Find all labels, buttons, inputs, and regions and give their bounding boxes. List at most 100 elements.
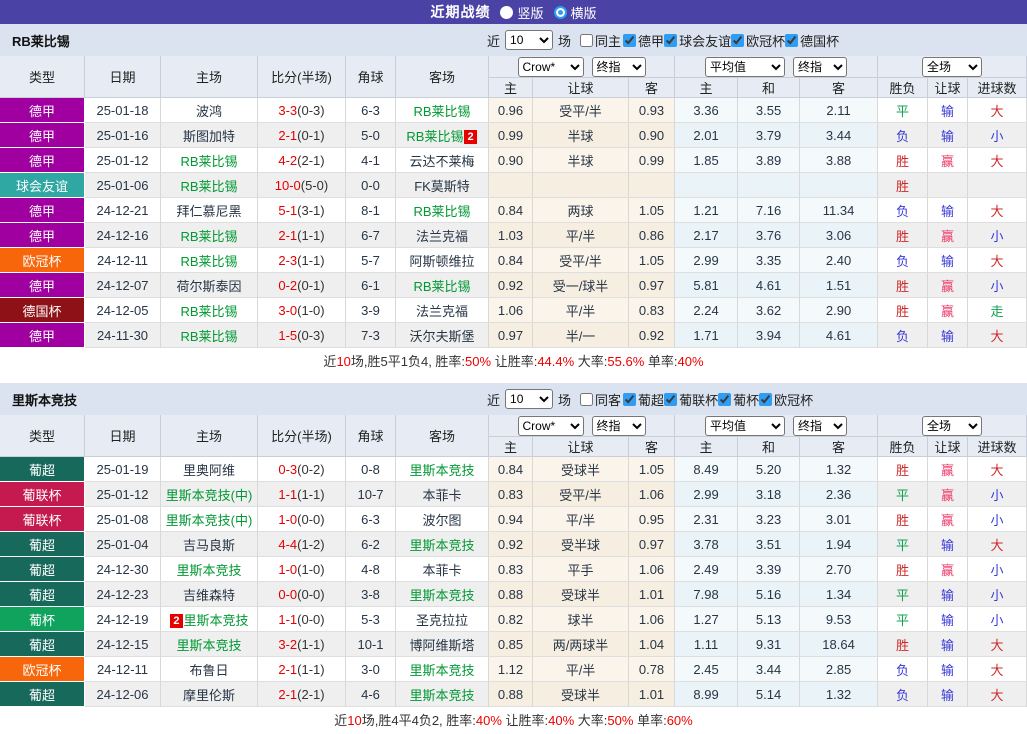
home-team: 布鲁日 xyxy=(161,657,258,682)
match-row: 德甲 24-11-30 RB莱比锡 1-5(0-3) 7-3 沃尔夫斯堡 0.97 半/一 0.… xyxy=(0,323,1027,348)
near-label: 近 xyxy=(487,33,501,49)
layout-radio-horizontal[interactable]: 横版 xyxy=(553,3,597,22)
score-fulltime: 0-2 xyxy=(278,277,298,293)
home-team: 斯图加特 xyxy=(161,123,258,148)
home-team: 里斯本竞技(中) xyxy=(161,507,258,532)
league-filter[interactable]: 德国杯 xyxy=(785,31,839,50)
same-venue-filter[interactable]: 同主 xyxy=(580,31,621,50)
score: 3-2(1-1) xyxy=(258,632,346,657)
score: 2-1(1-1) xyxy=(258,657,346,682)
league-filter[interactable]: 欧冠杯 xyxy=(759,390,813,409)
scope-select[interactable]: 全场 xyxy=(922,56,983,77)
avg-draw xyxy=(738,173,801,198)
odds-away: 1.06 xyxy=(629,482,676,507)
league-filter[interactable]: 球会友谊 xyxy=(664,31,731,50)
league-filter-checkbox[interactable] xyxy=(731,33,745,47)
score-fulltime: 1-0 xyxy=(278,511,298,527)
match-date: 24-12-06 xyxy=(85,682,161,707)
avg-time-select[interactable]: 终指 xyxy=(793,56,848,77)
odds-source-select[interactable]: Crow* xyxy=(517,56,584,77)
page-header: 近期战绩 竖版 横版 xyxy=(0,0,1027,24)
result-handicap: 输 xyxy=(928,98,969,123)
summary-segment: 让胜率: xyxy=(491,354,538,369)
team-name: 里斯本竞技 xyxy=(12,392,78,408)
away-team: 博阿维斯塔 xyxy=(396,632,489,657)
avg-time-select[interactable]: 终指 xyxy=(793,415,848,436)
league-filter-checkbox[interactable] xyxy=(664,33,678,47)
match-date: 25-01-19 xyxy=(85,457,161,482)
layout-radio-vertical[interactable]: 竖版 xyxy=(500,3,544,22)
avg-home: 1.85 xyxy=(675,148,739,173)
odds-handicap: 半球 xyxy=(533,123,629,148)
score: 2-1(1-1) xyxy=(258,223,346,248)
league-filter[interactable]: 葡杯 xyxy=(718,390,759,409)
match-date: 25-01-12 xyxy=(85,148,161,173)
match-date: 24-12-11 xyxy=(85,657,161,682)
league-filter[interactable]: 葡联杯 xyxy=(664,390,718,409)
score-fulltime: 1-0 xyxy=(278,561,298,577)
odds-away: 0.78 xyxy=(629,657,676,682)
col-header-type: 类型 xyxy=(0,56,85,98)
avg-draw: 3.89 xyxy=(738,148,801,173)
league-filter-checkbox[interactable] xyxy=(785,33,799,47)
avg-away: 9.53 xyxy=(800,607,879,632)
home-team: RB莱比锡 xyxy=(161,173,258,198)
league-filter[interactable]: 葡超 xyxy=(623,390,664,409)
radio-icon[interactable] xyxy=(553,5,567,19)
odds-home: 0.84 xyxy=(489,198,533,223)
match-type: 德甲 xyxy=(0,273,85,298)
col-header-avg-draw: 和 xyxy=(738,437,801,457)
radio-icon[interactable] xyxy=(500,5,514,19)
games-label: 场 xyxy=(558,33,572,49)
league-filter-checkbox[interactable] xyxy=(664,392,678,406)
odds-source-select[interactable]: Crow* xyxy=(517,415,584,436)
avg-source-select[interactable]: 平均值 xyxy=(705,415,786,436)
league-filter-checkbox[interactable] xyxy=(623,392,637,406)
score-halftime: (1-1) xyxy=(297,227,325,243)
league-filter-checkbox[interactable] xyxy=(759,392,773,406)
odds-home: 0.82 xyxy=(489,607,533,632)
odds-handicap: 受平/半 xyxy=(533,98,629,123)
league-filter[interactable]: 欧冠杯 xyxy=(731,31,785,50)
result-outcome: 胜 xyxy=(878,507,929,532)
summary-segment: 55.6% xyxy=(607,354,645,369)
same-venue-checkbox[interactable] xyxy=(580,33,594,47)
col-header-date: 日期 xyxy=(85,56,161,98)
avg-home: 2.31 xyxy=(675,507,739,532)
same-venue-checkbox[interactable] xyxy=(580,392,594,406)
result-outcome: 负 xyxy=(878,323,929,348)
scope-select[interactable]: 全场 xyxy=(922,415,983,436)
odds-time-select[interactable]: 终指 xyxy=(591,56,646,77)
result-handicap: 输 xyxy=(928,582,969,607)
score: 0-2(0-1) xyxy=(258,273,346,298)
same-venue-filter[interactable]: 同客 xyxy=(580,390,621,409)
home-team: 吉马良斯 xyxy=(161,532,258,557)
red-card-badge: 2 xyxy=(464,129,477,144)
summary-segment: 场,胜4平4负2, 胜率: xyxy=(361,713,476,728)
result-handicap: 输 xyxy=(928,682,969,707)
table-header-row-1: 类型 日期 主场 比分(半场) 角球 客场 Crow* 终指 平均值 终指 全场 xyxy=(0,415,1027,457)
odds-home: 1.12 xyxy=(489,657,533,682)
col-header-home: 主场 xyxy=(161,56,258,98)
avg-draw: 3.55 xyxy=(738,98,801,123)
avg-source-select[interactable]: 平均值 xyxy=(705,56,786,77)
avg-away: 2.36 xyxy=(800,482,879,507)
league-filter-label: 德甲 xyxy=(638,33,665,49)
recent-count-select[interactable]: 10 xyxy=(505,30,554,50)
score-fulltime: 1-1 xyxy=(278,611,298,627)
match-type: 葡超 xyxy=(0,682,85,707)
league-filter-checkbox[interactable] xyxy=(623,33,637,47)
table-header-row-1: 类型 日期 主场 比分(半场) 角球 客场 Crow* 终指 平均值 终指 全场 xyxy=(0,56,1027,98)
odds-home: 0.97 xyxy=(489,323,533,348)
team-label: 里斯本竞技(中) xyxy=(165,512,253,528)
odds-time-select[interactable]: 终指 xyxy=(591,415,646,436)
recent-count-select[interactable]: 10 xyxy=(505,389,554,409)
league-filter[interactable]: 德甲 xyxy=(623,31,664,50)
home-team: 里斯本竞技 xyxy=(161,632,258,657)
league-filter-checkbox[interactable] xyxy=(718,392,732,406)
team-label: 摩里伦斯 xyxy=(182,687,235,703)
avg-away: 1.51 xyxy=(800,273,879,298)
score: 3-3(0-3) xyxy=(258,98,346,123)
team-label: 里斯本竞技 xyxy=(409,587,475,603)
corners: 5-7 xyxy=(346,248,396,273)
